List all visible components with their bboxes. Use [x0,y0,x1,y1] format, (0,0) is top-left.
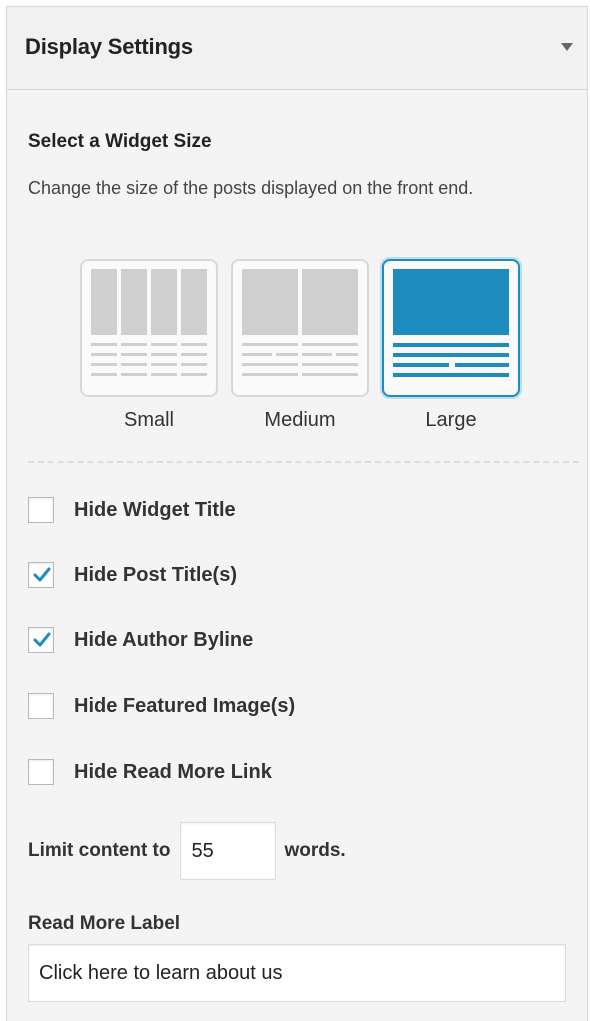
widget-size-heading: Select a Widget Size [28,131,212,152]
hide-post-titles-option[interactable]: Hide Post Title(s) [28,560,237,590]
hide-featured-images-label: Hide Featured Image(s) [74,694,296,717]
check-icon [33,632,51,647]
hide-read-more-link-option[interactable]: Hide Read More Link [28,757,272,787]
hide-featured-images-checkbox[interactable] [28,693,54,719]
hide-post-titles-checkbox[interactable] [28,562,54,588]
hide-widget-title-checkbox[interactable] [28,497,54,523]
hide-read-more-link-label: Hide Read More Link [74,760,272,783]
size-label-small: Small [123,409,174,431]
medium-layout-icon [231,259,369,397]
display-settings-panel: Display Settings Select a Widget Size Ch… [6,6,588,1021]
collapse-toggle-icon[interactable] [561,43,573,51]
hide-featured-images-option[interactable]: Hide Featured Image(s) [28,691,295,721]
limit-content-row: Limit content to words. [28,822,346,880]
limit-content-label: Limit content to [28,840,171,861]
size-label-large: Large [425,409,477,431]
read-more-label-heading: Read More Label [28,913,181,934]
check-icon [33,567,51,582]
word-limit-input[interactable] [180,822,277,880]
small-layout-icon [80,259,218,397]
large-layout-icon [382,259,520,397]
size-option-large[interactable]: Large [382,259,520,432]
hide-widget-title-option[interactable]: Hide Widget Title [28,495,236,525]
hide-author-byline-option[interactable]: Hide Author Byline [28,625,253,655]
read-more-label-input[interactable] [28,944,566,1002]
divider [28,461,579,463]
size-option-medium[interactable]: Medium [231,259,369,432]
size-option-small[interactable]: Small [80,259,218,432]
hide-widget-title-label: Hide Widget Title [74,498,236,521]
widget-size-description: Change the size of the posts displayed o… [28,178,474,198]
hide-post-titles-label: Hide Post Title(s) [74,563,237,586]
panel-title: Display Settings [25,34,193,59]
hide-author-byline-checkbox[interactable] [28,627,54,653]
panel-header[interactable]: Display Settings [7,7,587,90]
hide-read-more-link-checkbox[interactable] [28,759,54,785]
hide-author-byline-label: Hide Author Byline [74,628,254,651]
size-label-medium: Medium [264,409,336,431]
limit-content-suffix: words. [284,840,346,861]
